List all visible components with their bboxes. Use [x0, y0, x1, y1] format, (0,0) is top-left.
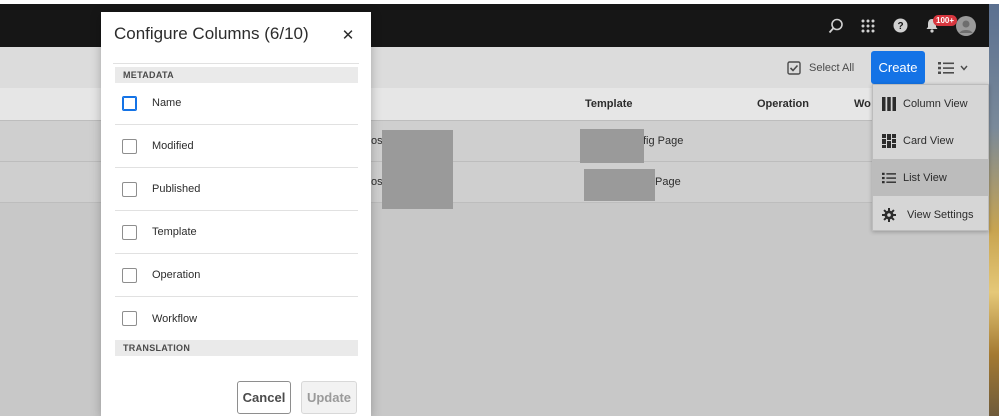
background-image [989, 4, 999, 416]
menu-item-card-view[interactable]: Card View [873, 122, 989, 159]
list-view-icon [882, 172, 896, 183]
avatar[interactable] [953, 4, 979, 47]
column-view-icon [882, 96, 896, 111]
view-switcher-button[interactable] [938, 56, 968, 80]
column-option-published[interactable]: Published [115, 168, 358, 211]
create-button[interactable]: Create [871, 51, 925, 84]
column-header-template[interactable]: Template [585, 88, 632, 121]
divider [113, 63, 359, 64]
list-view-icon [938, 62, 954, 74]
option-label: Operation [152, 269, 201, 281]
checkbox[interactable] [122, 311, 137, 326]
option-label: Name [152, 97, 182, 109]
checkbox[interactable] [122, 138, 137, 154]
redacted-thumbnail [382, 130, 453, 209]
close-icon[interactable]: ✕ [339, 26, 357, 44]
chevron-down-icon [960, 65, 968, 71]
menu-item-label: View Settings [907, 208, 974, 221]
select-all-icon [787, 60, 801, 75]
view-menu: Column View Card View List View View Set… [872, 84, 989, 231]
option-label: Workflow [152, 312, 198, 325]
menu-item-label: List View [903, 171, 947, 184]
search-icon[interactable] [823, 4, 849, 47]
column-option-name[interactable]: Name [115, 82, 358, 125]
cancel-button[interactable]: Cancel [237, 381, 291, 414]
checkbox[interactable] [122, 267, 137, 283]
update-button[interactable]: Update [301, 381, 357, 414]
card-view-icon [882, 133, 896, 148]
redacted-area [580, 129, 644, 163]
notification-badge: 100+ [933, 15, 958, 26]
checkbox[interactable] [122, 224, 137, 240]
column-option-workflow[interactable]: Workflow [115, 297, 358, 340]
row-template: Page [655, 176, 681, 188]
help-icon[interactable]: ? [887, 4, 913, 47]
redacted-area [584, 169, 655, 201]
menu-item-label: Card View [903, 134, 954, 147]
checkbox[interactable] [122, 181, 137, 197]
column-option-operation[interactable]: Operation [115, 254, 358, 297]
checkbox[interactable] [122, 95, 137, 111]
svg-text:?: ? [897, 21, 903, 32]
configure-columns-dialog: Configure Columns (6/10) ✕ METADATA Name… [101, 12, 371, 416]
dialog-title: Configure Columns (6/10) [114, 24, 309, 43]
select-all-button[interactable]: Select All [787, 47, 854, 88]
column-header-operation[interactable]: Operation [757, 88, 809, 121]
menu-item-column-view[interactable]: Column View [873, 85, 989, 122]
column-option-template[interactable]: Template [115, 211, 358, 254]
section-heading-translation: TRANSLATION [115, 340, 358, 356]
option-label: Published [152, 183, 201, 195]
apps-grid-icon[interactable] [855, 4, 881, 47]
column-header-workflow[interactable]: Wo [854, 88, 871, 121]
gear-icon [882, 207, 896, 222]
row-template: fig Page [643, 135, 684, 147]
option-label: Template [152, 226, 197, 238]
menu-item-list-view[interactable]: List View [873, 159, 989, 196]
section-heading-metadata: METADATA [115, 67, 358, 83]
column-option-modified[interactable]: Modified [115, 125, 358, 168]
menu-item-view-settings[interactable]: View Settings [873, 196, 989, 233]
menu-item-label: Column View [903, 97, 968, 110]
select-all-label: Select All [809, 61, 855, 74]
option-label: Modified [152, 140, 194, 152]
